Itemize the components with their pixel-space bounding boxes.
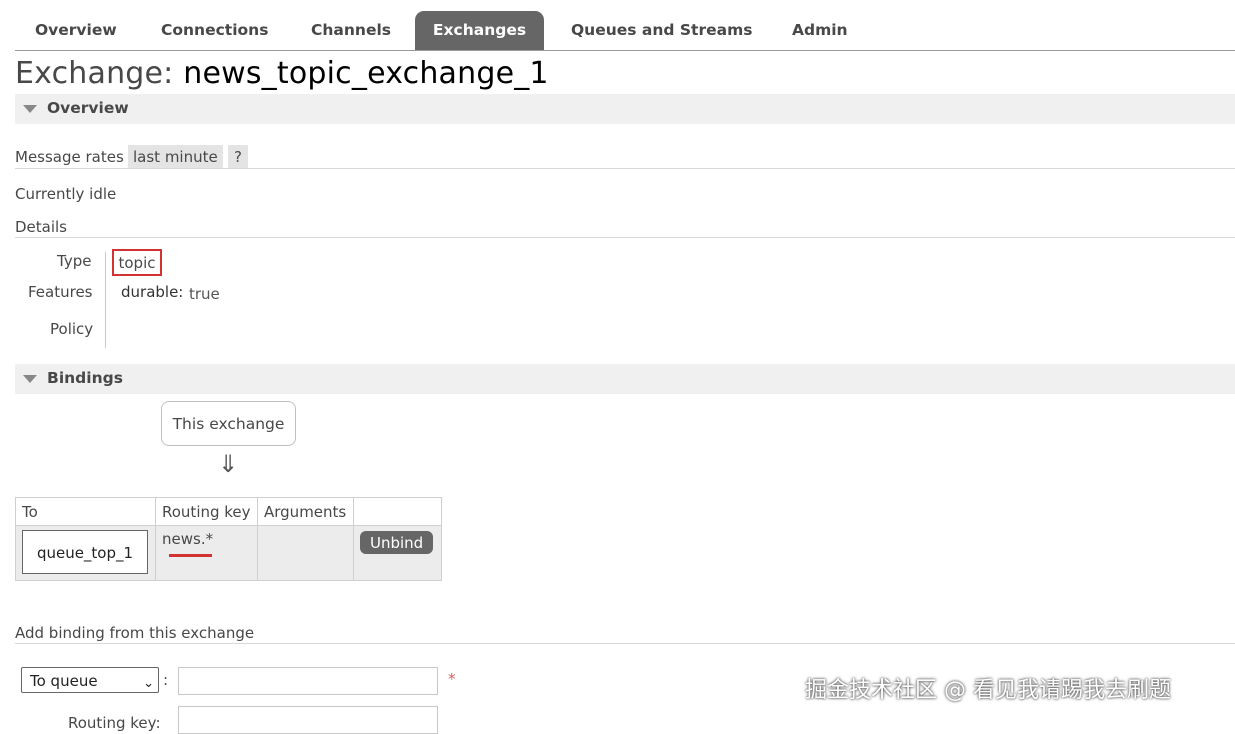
binding-actions-cell: Unbind [353, 525, 442, 581]
bindings-section-header[interactable]: Bindings [15, 364, 1235, 394]
policy-label: Policy [50, 320, 94, 338]
divider [15, 643, 1235, 644]
destination-type-select[interactable]: To queue ⌄ [21, 667, 159, 693]
column-header-actions [353, 497, 442, 526]
tab-connections[interactable]: Connections [161, 11, 268, 50]
add-binding-label: Add binding from this exchange [15, 624, 255, 642]
binding-arguments-cell [257, 525, 354, 581]
required-asterisk: * [448, 670, 456, 688]
watermark-text: 掘金技术社区 @ 看见我请踢我去刷题 [805, 678, 1171, 703]
bindings-section-label: Bindings [47, 369, 123, 387]
page-title-prefix: Exchange: [15, 56, 174, 91]
tab-queues-and-streams[interactable]: Queues and Streams [571, 11, 752, 50]
binding-destination-cell: queue_top_1 [15, 525, 156, 581]
table-header-row: To Routing key Arguments [15, 497, 442, 526]
destination-type-value: To queue [30, 672, 98, 690]
down-arrow-icon: ⇓ [218, 450, 239, 478]
colon-separator: : [163, 671, 169, 689]
routing-key-value: news.* [162, 530, 214, 548]
help-button[interactable]: ? [228, 145, 248, 169]
type-value-highlighted: topic [112, 249, 162, 276]
column-header-to: To [15, 497, 156, 526]
page-title: Exchange: news_topic_exchange_1 [15, 56, 549, 91]
type-label: Type [57, 252, 92, 270]
collapse-triangle-icon [23, 375, 37, 383]
destination-name-input[interactable] [178, 667, 438, 695]
bindings-table: To Routing key Arguments queue_top_1 new… [15, 497, 442, 581]
table-row: queue_top_1 news.* Unbind [15, 525, 442, 581]
tab-channels[interactable]: Channels [311, 11, 391, 50]
red-underline-annotation [169, 554, 212, 557]
details-label: Details [15, 218, 68, 236]
routing-key-label: Routing key: [68, 714, 161, 732]
features-label: Features [28, 283, 93, 301]
collapse-triangle-icon [23, 105, 37, 113]
this-exchange-box: This exchange [161, 401, 296, 446]
binding-routing-key-cell: news.* [155, 525, 258, 581]
overview-section-header[interactable]: Overview [15, 94, 1235, 124]
routing-key-input[interactable] [178, 706, 438, 734]
exchange-name: news_topic_exchange_1 [183, 56, 549, 91]
unbind-button[interactable]: Unbind [360, 531, 434, 554]
column-header-routing-key: Routing key [155, 497, 258, 526]
tab-exchanges[interactable]: Exchanges [415, 11, 544, 50]
divider [15, 237, 1235, 238]
chevron-down-icon: ⌄ [143, 676, 154, 691]
queue-link[interactable]: queue_top_1 [22, 530, 148, 574]
feature-durable-value: true [189, 285, 220, 303]
idle-status: Currently idle [15, 185, 117, 203]
details-divider [105, 252, 106, 348]
column-header-arguments: Arguments [257, 497, 354, 526]
top-nav: Overview Connections Channels Exchanges … [15, 11, 1235, 51]
feature-durable-key: durable: [121, 283, 184, 301]
message-rates-range-selector[interactable]: last minute [128, 145, 223, 169]
tab-admin[interactable]: Admin [792, 11, 848, 50]
overview-section-label: Overview [47, 99, 129, 117]
tab-overview[interactable]: Overview [35, 11, 117, 50]
divider [15, 168, 1235, 169]
message-rates-label: Message rates [15, 148, 124, 166]
